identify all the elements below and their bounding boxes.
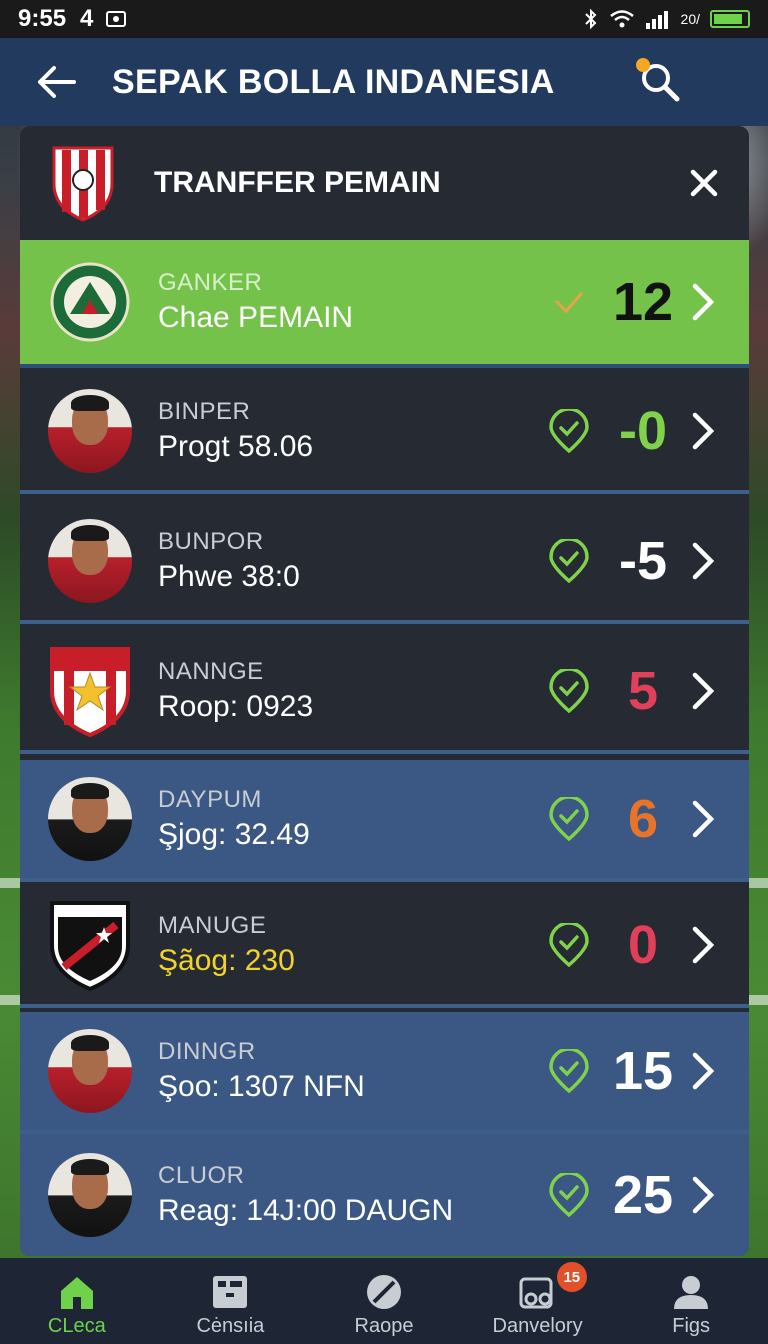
location-check-icon (549, 1049, 589, 1093)
chevron-right-icon[interactable] (681, 1173, 725, 1217)
player-avatar (48, 777, 132, 861)
nav-item-ball[interactable]: Raope (307, 1258, 461, 1344)
nav-label: Danvelory (492, 1315, 583, 1337)
panel-title: TRANFFER PEMAIN (154, 166, 441, 199)
list-item[interactable]: CLUOR Reag: 14J:00 DAUGN 25 (20, 1134, 749, 1256)
chevron-right-icon[interactable] (681, 539, 725, 583)
photo-notification-icon (106, 11, 127, 27)
app-bar: SEPAK BOLLA INDANESIA (0, 38, 768, 126)
row-label: GANKER (158, 269, 263, 296)
battery-icon (710, 10, 750, 28)
chevron-right-icon[interactable] (681, 409, 725, 453)
row-score: -0 (618, 401, 667, 461)
row-value: Chae PEMAIN (158, 301, 354, 334)
location-check-icon (549, 409, 589, 453)
club-crest-black-icon (50, 901, 130, 992)
search-button[interactable] (636, 58, 682, 104)
signal-text: 20/ (680, 11, 700, 27)
nav-item-cards[interactable]: 15 Danvelory (461, 1258, 615, 1344)
club-crest-icon (52, 146, 114, 222)
row-value: Roop: 0923 (158, 690, 314, 723)
row-label: DAYPUM (158, 786, 262, 813)
row-label: CLUOR (158, 1162, 245, 1189)
row-score: 5 (627, 661, 659, 721)
nav-label: CLeca (47, 1315, 106, 1337)
panel-header: TRANFFER PEMAIN (20, 126, 749, 240)
location-check-icon (549, 669, 589, 713)
row-value: Şoo: 1307 NFN (158, 1070, 365, 1103)
location-check-icon (549, 797, 589, 841)
row-label: NANNGE (158, 658, 264, 685)
row-label: MANUGE (158, 912, 267, 939)
ball-icon (366, 1275, 401, 1309)
list-item[interactable]: BUNPOR Phwe 38:0 -5 (20, 502, 749, 624)
chevron-right-icon[interactable] (681, 669, 725, 713)
club-crest-green-icon (50, 262, 130, 342)
status-time: 9:55 (18, 5, 67, 32)
row-score: -5 (618, 531, 667, 591)
profile-icon (674, 1276, 709, 1309)
player-avatar (48, 519, 132, 603)
list-item[interactable]: DAYPUM Şjog: 32.49 6 (20, 760, 749, 882)
chevron-right-icon[interactable] (681, 280, 725, 324)
home-icon (60, 1277, 93, 1309)
check-icon (555, 292, 583, 314)
row-score: 15 (613, 1041, 674, 1101)
chevron-right-icon[interactable] (681, 923, 725, 967)
status-bar: 9:55 4 20/ (0, 0, 768, 38)
nav-item-profile[interactable]: Figs (614, 1258, 768, 1344)
chevron-right-icon[interactable] (681, 797, 725, 841)
list-item[interactable]: DINNGR Şoo: 1307 NFN 15 (20, 1012, 749, 1134)
nav-label: Cėnsıia (196, 1315, 265, 1337)
bluetooth-icon (584, 8, 596, 30)
transfer-panel: TRANFFER PEMAIN GANKER Chae PEMAIN 12 BI… (20, 126, 749, 1256)
search-notification-dot (636, 58, 650, 72)
bottom-nav: CLeca Cėnsıia Raope 15 Danvelory Figs (0, 1258, 768, 1344)
close-icon[interactable] (689, 168, 719, 198)
row-score: 0 (627, 915, 659, 975)
nav-label: Raope (354, 1315, 414, 1337)
row-value: Şjog: 32.49 (158, 818, 310, 851)
chevron-right-icon[interactable] (681, 1049, 725, 1093)
notification-count: 4 (80, 5, 94, 32)
list-item[interactable]: BINPER Progt 58.06 -0 (20, 372, 749, 494)
player-avatar (48, 1153, 132, 1237)
calendar-icon (213, 1276, 248, 1308)
list-item[interactable]: MANUGE Şãog: 230 0 (20, 886, 749, 1008)
arrow-left-icon[interactable] (26, 62, 86, 102)
list-item[interactable]: GANKER Chae PEMAIN 12 (20, 240, 749, 368)
location-check-icon (549, 539, 589, 583)
row-value: Şãog: 230 (158, 944, 295, 977)
row-value: Reag: 14J:00 DAUGN (158, 1194, 454, 1227)
signal-icon (645, 11, 668, 29)
player-avatar (48, 1029, 132, 1113)
page-title: SEPAK BOLLA INDANESIA (112, 62, 555, 101)
row-value: Phwe 38:0 (158, 560, 300, 593)
row-score: 6 (627, 789, 659, 849)
nav-label: Figs (672, 1315, 711, 1337)
location-check-icon (549, 1173, 589, 1217)
club-crest-red-star-icon (50, 647, 130, 738)
cards-icon (519, 1277, 553, 1309)
location-check-icon (549, 923, 589, 967)
row-label: DINNGR (158, 1038, 256, 1065)
row-score: 25 (613, 1165, 674, 1225)
notification-badge: 15 (556, 1262, 587, 1292)
player-avatar (48, 389, 132, 473)
wifi-icon (609, 10, 634, 28)
row-score: 12 (613, 272, 674, 332)
nav-item-calendar[interactable]: Cėnsıia (154, 1258, 308, 1344)
row-value: Progt 58.06 (158, 430, 314, 463)
row-label: BINPER (158, 398, 251, 425)
list-item[interactable]: NANNGE Roop: 0923 5 (20, 632, 749, 754)
nav-item-home[interactable]: CLeca (0, 1258, 154, 1344)
row-label: BUNPOR (158, 528, 264, 555)
